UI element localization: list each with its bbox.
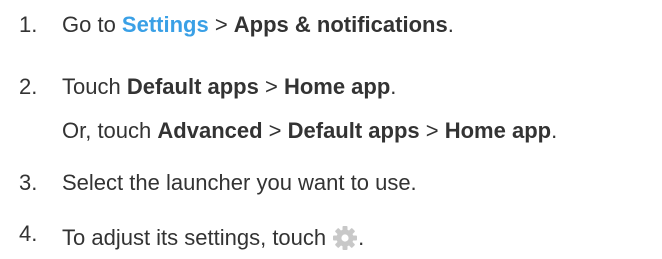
step-text: Go to Settings > Apps & notifications.: [62, 12, 454, 38]
home-app-label: Home app: [283, 74, 391, 99]
step-number: 3.: [19, 170, 38, 195]
home-app-label: Home app: [444, 118, 552, 143]
period: .: [447, 12, 454, 37]
step-text: Select the launcher you want to use.: [62, 170, 417, 195]
step-text: Or, touch Advanced > Default apps > Home…: [62, 118, 557, 144]
advanced-label: Advanced: [157, 118, 263, 143]
separator: >: [208, 12, 234, 37]
step-prefix: Touch: [62, 74, 127, 99]
settings-link[interactable]: Settings: [122, 12, 209, 37]
step-number: 2.: [19, 74, 38, 99]
step-number: 4.: [19, 221, 38, 246]
step-text: To adjust its settings, touch .: [62, 225, 364, 251]
separator: >: [419, 118, 445, 143]
separator: >: [258, 74, 284, 99]
period: .: [551, 118, 558, 143]
default-apps-label: Default apps: [287, 118, 420, 143]
step-prefix: Go to: [62, 12, 122, 37]
step-prefix: To adjust its settings, touch: [62, 225, 327, 250]
step-number: 1.: [19, 12, 38, 37]
period: .: [358, 225, 365, 250]
period: .: [390, 74, 397, 99]
separator: >: [262, 118, 288, 143]
default-apps-label: Default apps: [126, 74, 259, 99]
gear-icon: [332, 225, 358, 251]
step-prefix: Or, touch: [62, 118, 158, 143]
apps-notifications-label: Apps & notifications: [233, 12, 448, 37]
step-text: Touch Default apps > Home app.: [62, 74, 396, 100]
